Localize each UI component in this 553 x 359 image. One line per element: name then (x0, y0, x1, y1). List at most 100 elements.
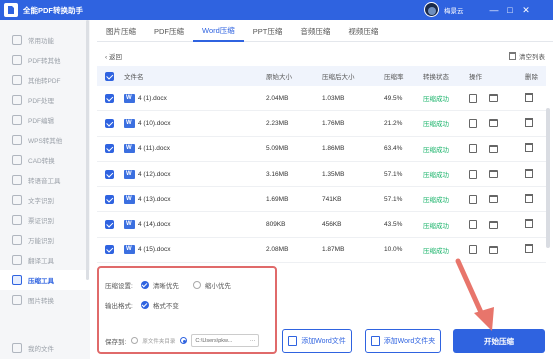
wps-icon (12, 135, 22, 145)
row-checkbox[interactable] (105, 245, 114, 255)
word-file-icon (124, 194, 135, 204)
file-name: 4 (13).docx (124, 194, 171, 204)
tab-audio-compress[interactable]: 音频压缩 (291, 20, 339, 42)
file-name-text: 4 (13).docx (138, 196, 171, 204)
sidebar-item-voice[interactable]: 转语音工具 (0, 170, 90, 190)
sidebar-item-ticket[interactable]: 票证识别 (0, 210, 90, 230)
open-folder-icon[interactable] (489, 170, 498, 179)
table-row[interactable]: 4 (11).docx 5.09MB 1.86MB 63.4% 压缩成功 (97, 137, 546, 162)
back-button[interactable]: ‹ 返回 (105, 51, 122, 61)
delete-icon[interactable] (525, 219, 533, 229)
header-compress-rate: 压缩率 (384, 74, 404, 81)
row-checkbox[interactable] (105, 93, 114, 103)
open-folder-icon[interactable] (489, 94, 498, 103)
tab-pdf-compress[interactable]: PDF压缩 (145, 20, 193, 42)
custom-path-radio[interactable] (180, 337, 188, 344)
open-folder-icon[interactable] (489, 144, 498, 153)
sidebar-item-label: PDF转其他 (28, 58, 61, 65)
status-text: 压缩成功 (423, 146, 449, 154)
delete-icon[interactable] (525, 193, 533, 203)
sidebar-item-translate[interactable]: 翻译工具 (0, 250, 90, 270)
table-scrollbar[interactable] (546, 108, 550, 248)
tab-video-compress[interactable]: 视频压缩 (339, 20, 387, 42)
original-folder-label[interactable]: 原文件夹目录 (142, 337, 175, 345)
sidebar-item-label: 文字识别 (28, 198, 54, 205)
sidebar-item-wps[interactable]: WPS转其他 (0, 130, 90, 150)
tab-image-compress[interactable]: 图片压缩 (97, 20, 145, 42)
open-file-icon[interactable] (469, 118, 477, 128)
open-file-icon[interactable] (469, 169, 477, 179)
delete-icon[interactable] (525, 244, 533, 254)
sidebar-item-label: 票证识别 (28, 218, 54, 225)
sidebar-item-compress[interactable]: 压缩工具 (0, 270, 90, 290)
sidebar-item-my-files[interactable]: 我的文件 (0, 338, 90, 358)
delete-icon[interactable] (525, 92, 533, 102)
open-folder-icon[interactable] (489, 245, 498, 254)
save-path-input[interactable]: C:\Users\pkw... ··· (191, 334, 260, 347)
open-file-icon[interactable] (469, 194, 477, 204)
table-row[interactable]: 4 (14).docx 809KB 456KB 43.5% 压缩成功 (97, 212, 546, 238)
open-file-icon[interactable] (469, 245, 477, 255)
delete-icon[interactable] (525, 117, 533, 127)
sidebar-item-image-convert[interactable]: 图片转换 (0, 290, 90, 310)
add-word-folder-label: 添加Word文件夹 (383, 338, 436, 345)
row-checkbox[interactable] (105, 194, 114, 204)
table-row[interactable]: 4 (12).docx 3.16MB 1.35MB 57.1% 压缩成功 (97, 162, 546, 188)
open-file-icon[interactable] (469, 93, 477, 103)
operations (469, 245, 510, 255)
row-checkbox[interactable] (105, 118, 114, 128)
table-row[interactable]: 4 (10).docx 2.23MB 1.76MB 21.2% 压缩成功 (97, 111, 546, 137)
compress-rate: 43.5% (384, 221, 403, 229)
original-folder-radio[interactable] (131, 337, 139, 344)
sidebar-item-other-to-pdf[interactable]: 其他转PDF (0, 70, 90, 90)
open-file-icon[interactable] (469, 220, 477, 230)
sidebar-item-pdf-to-other[interactable]: PDF转其他 (0, 50, 90, 70)
sidebar-scrollbar[interactable] (86, 20, 89, 280)
open-folder-icon[interactable] (489, 220, 498, 229)
table-row[interactable]: 4 (1).docx 2.04MB 1.03MB 49.5% 压缩成功 (97, 86, 546, 112)
delete-icon[interactable] (525, 168, 533, 178)
row-checkbox[interactable] (105, 144, 114, 154)
sidebar: 常用功能 PDF转其他 其他转PDF PDF处理 PDF编辑 WPS转其他 CA… (0, 20, 90, 359)
sidebar-item-label: PDF编辑 (28, 118, 54, 125)
sidebar-item-label: 万能识别 (28, 238, 54, 245)
table-row[interactable]: 4 (13).docx 1.69MB 741KB 57.1% 压缩成功 (97, 187, 546, 213)
more-icon[interactable]: ··· (250, 338, 256, 344)
sidebar-item-pdf-edit[interactable]: PDF编辑 (0, 110, 90, 130)
clarity-first-label[interactable]: 清晰优先 (153, 280, 179, 290)
open-file-icon[interactable] (469, 144, 477, 154)
close-icon[interactable]: ✕ (518, 2, 534, 18)
minimize-icon[interactable]: — (486, 2, 502, 18)
open-folder-icon[interactable] (489, 119, 498, 128)
username[interactable]: 梅景云 (444, 5, 464, 15)
avatar[interactable] (424, 2, 439, 17)
compress-rate: 49.5% (384, 94, 403, 102)
sidebar-item-ocr[interactable]: 文字识别 (0, 190, 90, 210)
size-first-label[interactable]: 缩小优先 (205, 280, 231, 290)
folder-icon (12, 343, 22, 353)
size-first-radio[interactable] (192, 281, 201, 289)
delete-icon[interactable] (525, 143, 533, 153)
tab-ppt-compress[interactable]: PPT压缩 (244, 20, 292, 42)
select-all-checkbox[interactable] (105, 71, 114, 81)
file-name-text: 4 (15).docx (138, 246, 171, 254)
user-area[interactable]: 梅景云 (424, 2, 464, 17)
sidebar-item-pdf-process[interactable]: PDF处理 (0, 90, 90, 110)
status-text: 压缩成功 (423, 222, 449, 230)
add-word-file-button[interactable]: 添加Word文件 (282, 329, 352, 353)
sidebar-item-label: 常用功能 (28, 38, 54, 45)
clarity-first-radio[interactable] (140, 281, 149, 289)
maximize-icon[interactable]: □ (502, 2, 518, 18)
clear-list-button[interactable]: 清空列表 (509, 51, 545, 61)
sidebar-item-cad[interactable]: CAD转换 (0, 150, 90, 170)
open-folder-icon[interactable] (489, 195, 498, 204)
add-word-folder-button[interactable]: 添加Word文件夹 (365, 329, 441, 353)
row-checkbox[interactable] (105, 169, 114, 179)
sidebar-item-universal[interactable]: 万能识别 (0, 230, 90, 250)
sidebar-item-common[interactable]: 常用功能 (0, 30, 90, 50)
row-checkbox[interactable] (105, 220, 114, 230)
save-path-text: C:\Users\pkw... (195, 337, 233, 344)
keep-format-radio[interactable] (140, 301, 149, 309)
tab-word-compress[interactable]: Word压缩 (193, 20, 244, 42)
keep-format-label[interactable]: 格式不变 (153, 300, 179, 310)
